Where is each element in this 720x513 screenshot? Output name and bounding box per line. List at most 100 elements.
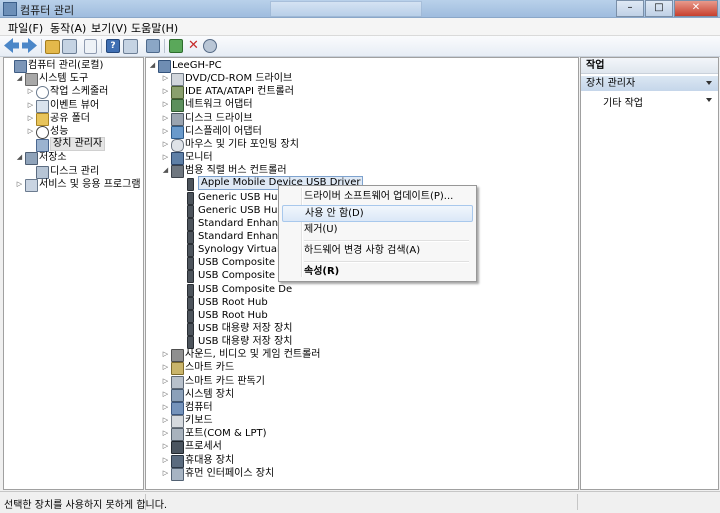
menu-item-disable[interactable]: 사용 안 함(D) (282, 205, 473, 222)
device-tree-item[interactable]: ▷ DVD/CD-ROM 드라이브 (146, 72, 578, 87)
minimize-button[interactable]: – (616, 0, 644, 17)
console-tree-item[interactable]: ▷ 공유 폴더 (4, 112, 143, 126)
menu-bar: 파일(F) 동작(A) 보기(V) 도움말(H) (0, 18, 720, 36)
collapse-arrow-icon[interactable]: ◢ (162, 164, 169, 177)
console-tree-item[interactable]: ▷ 서비스 및 응용 프로그램 (4, 178, 143, 192)
console-tree-item[interactable]: 디스크 관리 (4, 165, 143, 179)
expand-arrow-icon[interactable]: ▷ (162, 427, 169, 440)
expand-arrow-icon[interactable]: ▷ (27, 99, 34, 112)
expand-arrow-icon[interactable]: ▷ (162, 440, 169, 453)
device-tree-item[interactable]: ▷ 스마트 카드 판독기 (146, 375, 578, 389)
menu-file[interactable]: 파일(F) (8, 20, 43, 36)
menu-item-uninstall[interactable]: 제거(U) (282, 221, 471, 238)
console-tree-item[interactable]: 장치 관리자 (4, 137, 143, 153)
disable-device-icon[interactable] (203, 39, 217, 53)
device-tree-item[interactable]: ▷ 키보드 (146, 414, 578, 429)
expand-arrow-icon[interactable]: ▷ (162, 348, 169, 361)
help-icon[interactable]: ? (106, 39, 120, 53)
device-tree-item[interactable]: ▷ 디스크 드라이브 (146, 112, 578, 126)
menu-action[interactable]: 동작(A) (50, 20, 86, 36)
device-tree-item-label: 시스템 장치 (185, 388, 235, 400)
title-bar[interactable]: 컴퓨터 관리 – □ ✕ (0, 0, 720, 18)
console-tree-item-label: 장치 관리자 (50, 137, 106, 152)
expand-arrow-icon[interactable]: ▷ (162, 414, 169, 427)
expand-arrow-icon[interactable]: ▷ (162, 467, 169, 480)
expand-arrow-icon[interactable]: ▷ (162, 151, 169, 164)
device-tree-item[interactable]: ▷ 시스템 장치 (146, 388, 578, 402)
properties-sheet-icon[interactable] (84, 39, 97, 54)
show-action-pane-icon[interactable] (123, 39, 138, 54)
scan-hardware-icon[interactable] (146, 39, 160, 53)
actions-more-actions[interactable]: 기타 작업 (603, 94, 643, 109)
expand-arrow-icon[interactable]: ▷ (162, 401, 169, 414)
uninstall-icon[interactable]: ✕ (186, 38, 201, 53)
expand-arrow-icon[interactable]: ▷ (162, 72, 169, 85)
expand-arrow-icon[interactable]: ▷ (27, 112, 34, 125)
menu-view[interactable]: 보기(V) (91, 20, 127, 36)
device-tree-item[interactable]: USB 대용량 저장 장치 (146, 322, 578, 336)
menu-item-update-driver[interactable]: 드라이버 소프트웨어 업데이트(P)... (282, 188, 471, 205)
display-icon (171, 125, 184, 139)
back-icon[interactable] (4, 38, 19, 53)
device-tree-item[interactable]: ▷ 컴퓨터 (146, 401, 578, 415)
expand-arrow-icon[interactable]: ▷ (162, 375, 169, 388)
device-tree-item[interactable]: ▷ 프로세서 (146, 440, 578, 455)
collapse-arrow-icon[interactable] (706, 81, 712, 85)
device-tree-item[interactable]: ▷ 스마트 카드 (146, 361, 578, 376)
console-tree-item[interactable]: ◢ 저장소 (4, 151, 143, 166)
device-tree-item[interactable]: ▷ 사운드, 비디오 및 게임 컨트롤러 (146, 348, 578, 363)
console-tree-item[interactable]: ▷ 이벤트 뷰어 (4, 99, 143, 113)
device-tree-item[interactable]: ▷ 모니터 (146, 151, 578, 166)
actions-section-device-manager[interactable]: 장치 관리자 (581, 76, 718, 91)
expand-arrow-icon[interactable]: ▷ (162, 98, 169, 111)
device-tree-item-label: 디스크 드라이브 (185, 112, 253, 124)
device-tree-item-label: Generic USB Hub (198, 204, 284, 216)
device-tree-item[interactable]: USB Composite De (146, 283, 578, 297)
console-tree-item[interactable]: 컴퓨터 관리(로컬) (4, 59, 143, 73)
console-tree-item[interactable]: ▷ 성능 (4, 125, 143, 139)
maximize-button[interactable]: □ (645, 0, 673, 17)
expand-arrow-icon[interactable]: ▷ (162, 112, 169, 125)
device-tree-item[interactable]: ▷ 디스플레이 어댑터 (146, 125, 578, 139)
console-tree-item[interactable]: ◢ 시스템 도구 (4, 72, 143, 87)
menu-help[interactable]: 도움말(H) (131, 20, 178, 36)
device-tree-item[interactable]: ▷ 네트워크 어댑터 (146, 98, 578, 113)
submenu-arrow-icon[interactable] (706, 98, 712, 102)
show-hide-tree-icon[interactable] (62, 39, 77, 54)
menu-item-scan-hardware[interactable]: 하드웨어 변경 사항 검색(A) (282, 242, 471, 259)
update-driver-icon[interactable] (169, 39, 183, 53)
device-tree-item[interactable]: ▷ 마우스 및 기타 포인팅 장치 (146, 138, 578, 152)
expand-arrow-icon[interactable]: ▷ (162, 361, 169, 374)
app-icon (3, 2, 17, 16)
device-tree-item[interactable]: USB 대용량 저장 장치 (146, 335, 578, 350)
expand-arrow-icon[interactable]: ▷ (27, 125, 34, 138)
forward-icon[interactable] (22, 38, 37, 53)
device-tree-item[interactable]: USB Root Hub (146, 309, 578, 323)
menu-item-properties[interactable]: 속성(R) (282, 263, 471, 280)
collapse-arrow-icon[interactable]: ◢ (16, 151, 23, 164)
title-bar-glass-reflection (270, 1, 422, 17)
console-tree-item-label: 공유 폴더 (50, 112, 90, 124)
device-tree-item[interactable]: ▷ 포트(COM & LPT) (146, 427, 578, 442)
expand-arrow-icon[interactable]: ▷ (162, 388, 169, 401)
console-tree-item[interactable]: ▷ 작업 스케줄러 (4, 85, 143, 100)
expand-arrow-icon[interactable]: ▷ (162, 454, 169, 467)
device-tree-item[interactable]: ◢ LeeGH-PC (146, 59, 578, 73)
storage-icon (25, 152, 38, 166)
device-tree-item[interactable]: ▷ 휴먼 인터페이스 장치 (146, 467, 578, 481)
up-folder-icon[interactable] (45, 40, 60, 54)
close-button[interactable]: ✕ (674, 0, 718, 17)
collapse-arrow-icon[interactable]: ◢ (16, 72, 23, 85)
collapse-arrow-icon[interactable]: ◢ (149, 59, 156, 72)
expand-arrow-icon[interactable]: ▷ (16, 178, 23, 191)
expand-arrow-icon[interactable]: ▷ (162, 138, 169, 151)
device-tree-item-label: USB 대용량 저장 장치 (198, 323, 293, 334)
device-tree-item[interactable]: ◢ 범용 직렬 버스 컨트롤러 (146, 164, 578, 179)
device-tree-item[interactable]: USB Root Hub (146, 296, 578, 310)
expand-arrow-icon[interactable]: ▷ (162, 85, 169, 98)
expand-arrow-icon[interactable]: ▷ (162, 125, 169, 138)
device-tree-item[interactable]: ▷ IDE ATA/ATAPI 컨트롤러 (146, 85, 578, 100)
expand-arrow-icon[interactable]: ▷ (27, 85, 34, 98)
device-tree-item[interactable]: ▷ 휴대용 장치 (146, 454, 578, 468)
computer-icon (171, 401, 184, 415)
